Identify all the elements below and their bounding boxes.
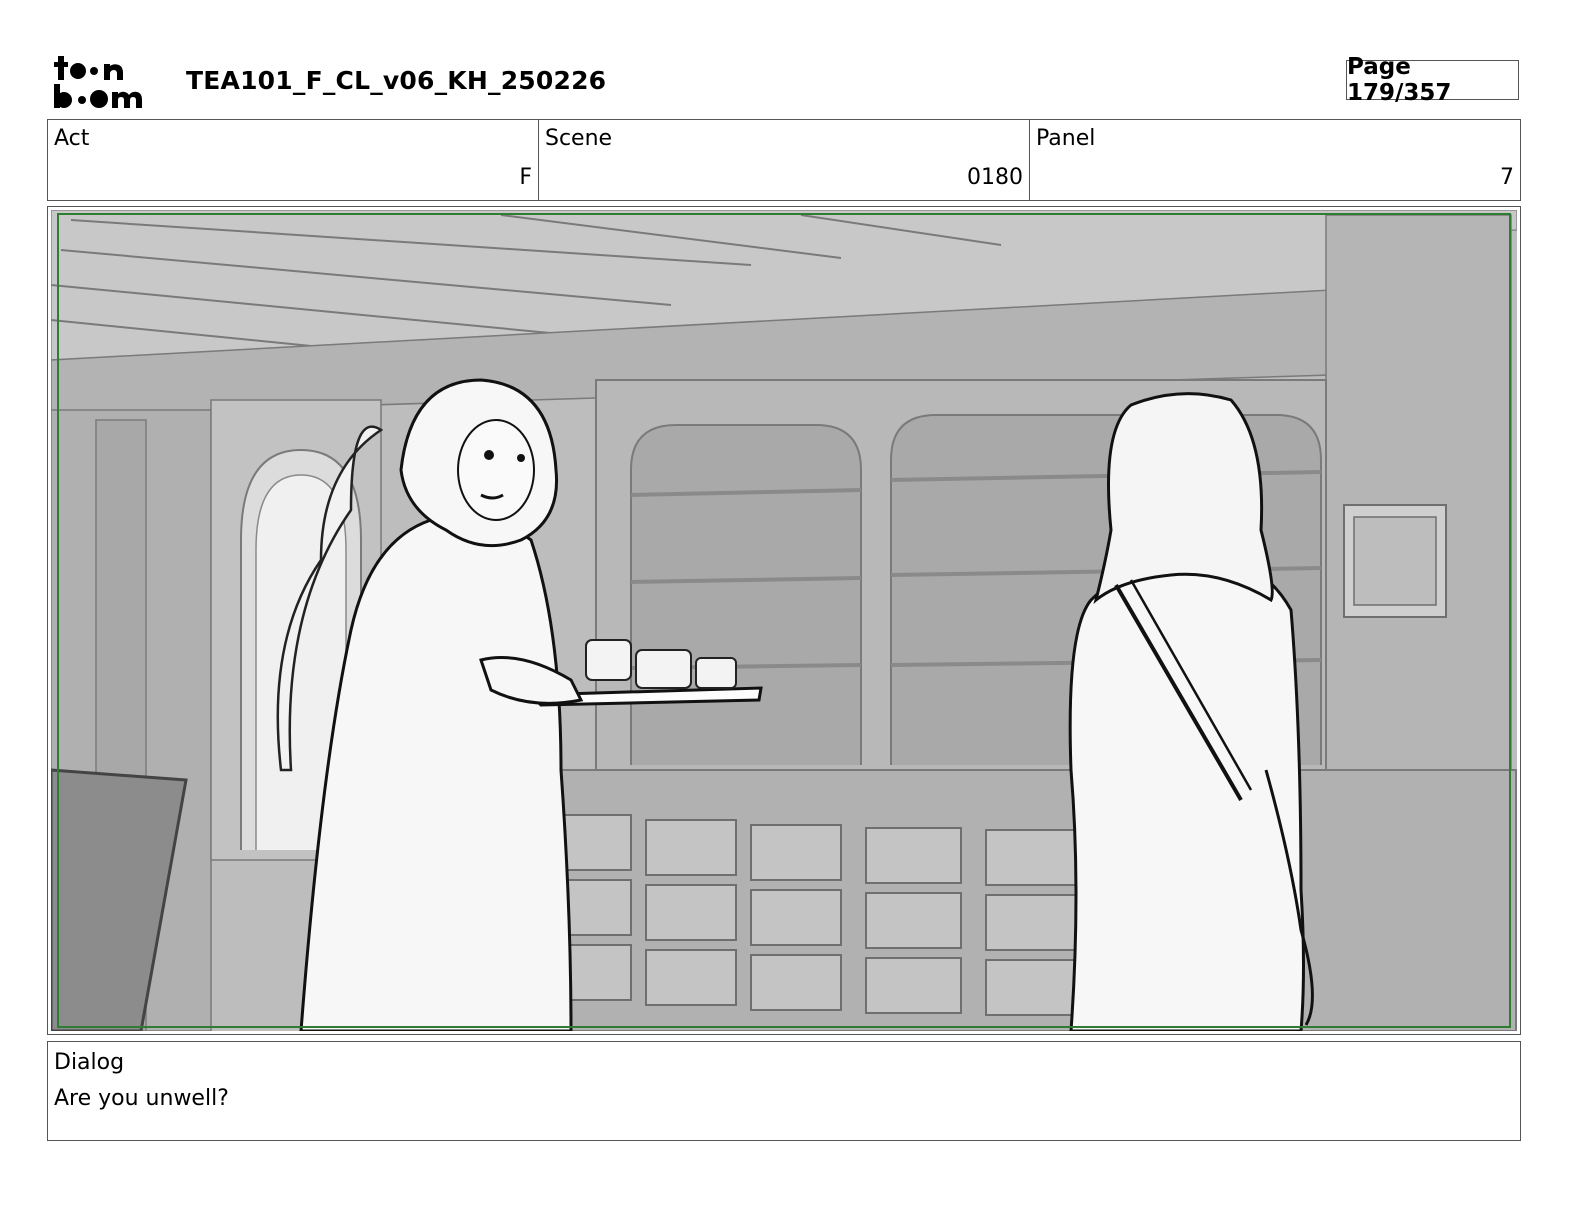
storyboard-panel: [47, 206, 1521, 1035]
act-cell: Act F: [48, 120, 539, 200]
scene-value: 0180: [967, 165, 1023, 190]
act-value: F: [519, 165, 532, 190]
toon-boom-logo: [54, 56, 142, 108]
panel-cell: Panel 7: [1030, 120, 1520, 200]
panel-drawing: [51, 210, 1517, 1031]
scene-cell: Scene 0180: [539, 120, 1030, 200]
panel-label: Panel: [1036, 126, 1096, 151]
panel-value: 7: [1500, 165, 1514, 190]
page-indicator: Page 179/357: [1346, 54, 1519, 106]
dialog-label: Dialog: [54, 1050, 125, 1075]
document-title: TEA101_F_CL_v06_KH_250226: [186, 66, 607, 95]
info-row: Act F Scene 0180 Panel 7: [47, 119, 1521, 201]
scene-label: Scene: [545, 126, 613, 151]
act-label: Act: [54, 126, 90, 151]
dialog-text: Are you unwell?: [54, 1086, 229, 1111]
dialog-box: Dialog Are you unwell?: [47, 1041, 1521, 1141]
